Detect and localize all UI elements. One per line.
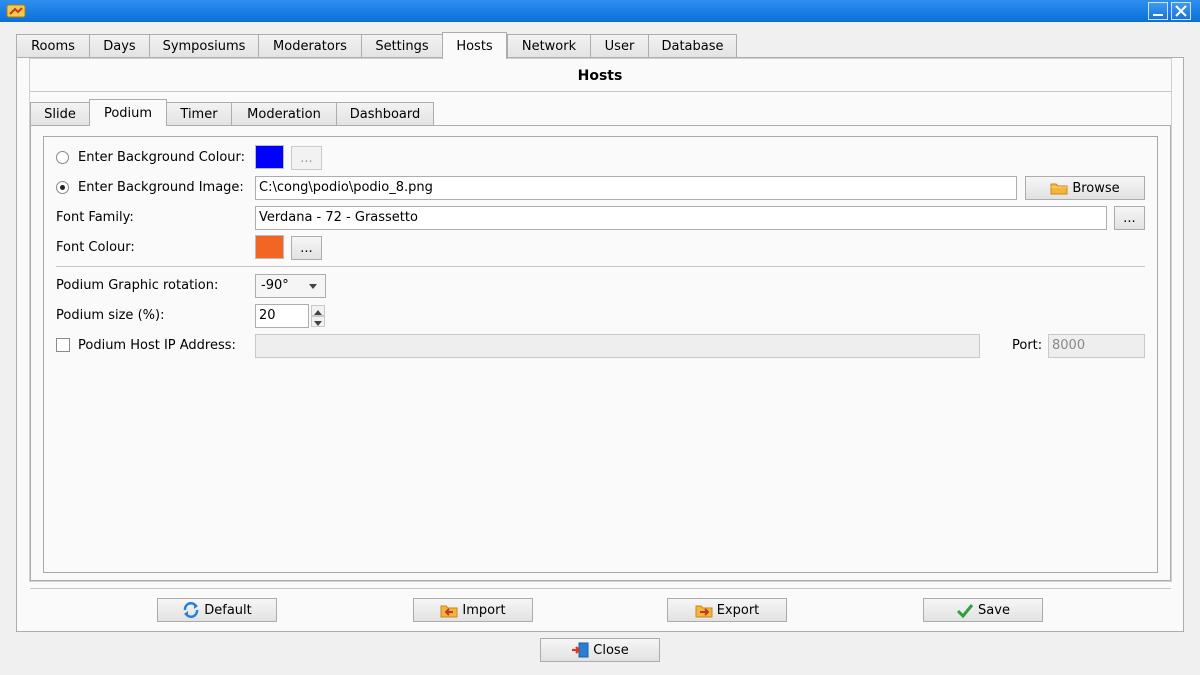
minimize-icon — [1153, 14, 1163, 16]
subtab-dashboard[interactable]: Dashboard — [336, 102, 434, 126]
host-ip-input[interactable] — [255, 334, 980, 358]
tab-hosts[interactable]: Hosts — [442, 32, 507, 59]
exit-door-icon — [572, 642, 589, 658]
save-label: Save — [978, 602, 1010, 618]
tab-database[interactable]: Database — [648, 34, 737, 58]
minimize-button[interactable] — [1148, 2, 1168, 20]
rotation-label: Podium Graphic rotation: — [56, 278, 219, 293]
rotation-select[interactable]: -90° — [255, 274, 326, 298]
close-window-button[interactable] — [1171, 2, 1191, 20]
default-button[interactable]: Default — [157, 598, 277, 622]
bg-image-radio[interactable] — [56, 181, 69, 194]
font-colour-picker-button[interactable]: ... — [291, 236, 322, 260]
port-label: Port: — [1012, 338, 1043, 353]
host-ip-checkbox[interactable] — [56, 338, 70, 352]
default-label: Default — [204, 602, 252, 618]
tab-days[interactable]: Days — [89, 34, 150, 58]
browse-label: Browse — [1072, 180, 1120, 196]
font-family-input[interactable]: Verdana - 72 - Grassetto — [255, 206, 1107, 230]
folder-import-icon — [440, 605, 458, 617]
tab-network[interactable]: Network — [507, 34, 591, 58]
font-family-label: Font Family: — [56, 210, 134, 225]
font-colour-label: Font Colour: — [56, 240, 135, 255]
folder-icon — [1050, 183, 1068, 195]
folder-export-icon — [695, 605, 713, 617]
host-ip-label: Podium Host IP Address: — [78, 338, 236, 353]
font-colour-swatch[interactable] — [255, 235, 284, 259]
subtab-moderation[interactable]: Moderation — [231, 102, 337, 126]
page-title: Hosts — [577, 68, 623, 84]
tab-user[interactable]: User — [590, 34, 649, 58]
port-input[interactable]: 8000 — [1048, 334, 1145, 358]
title-bar — [0, 0, 1200, 22]
app-icon — [6, 4, 26, 18]
checkmark-icon — [956, 603, 974, 618]
bg-colour-swatch[interactable] — [255, 145, 284, 169]
tab-settings[interactable]: Settings — [361, 34, 443, 58]
bg-colour-picker-button[interactable]: ... — [291, 146, 322, 170]
size-increment-button[interactable] — [311, 305, 325, 316]
form-divider — [56, 266, 1145, 267]
font-family-picker-button[interactable]: ... — [1114, 206, 1145, 230]
refresh-icon — [183, 602, 199, 618]
chevron-down-icon — [309, 284, 317, 289]
export-label: Export — [716, 602, 760, 618]
title-divider — [30, 91, 1171, 92]
import-button[interactable]: Import — [413, 598, 533, 622]
bg-image-path-input[interactable]: C:\cong\podio\podio_8.png — [255, 176, 1017, 200]
tab-symposiums[interactable]: Symposiums — [149, 34, 259, 58]
subtab-podium[interactable]: Podium — [89, 99, 167, 126]
rotation-value: -90° — [261, 278, 289, 293]
close-button[interactable]: Close — [540, 638, 660, 662]
browse-button[interactable]: Browse — [1025, 176, 1145, 200]
size-label: Podium size (%): — [56, 308, 165, 323]
size-decrement-button[interactable] — [311, 316, 325, 327]
close-icon — [1175, 5, 1187, 17]
arrow-down-icon — [314, 321, 322, 326]
bg-image-label: Enter Background Image: — [78, 180, 244, 195]
bg-colour-label: Enter Background Colour: — [78, 150, 246, 165]
bg-colour-radio[interactable] — [56, 151, 69, 164]
close-label: Close — [593, 642, 629, 658]
tab-rooms[interactable]: Rooms — [16, 34, 90, 58]
tab-moderators[interactable]: Moderators — [258, 34, 362, 58]
subtab-timer[interactable]: Timer — [166, 102, 232, 126]
save-button[interactable]: Save — [923, 598, 1043, 622]
subtab-slide[interactable]: Slide — [30, 102, 90, 126]
export-button[interactable]: Export — [667, 598, 787, 622]
import-label: Import — [462, 602, 506, 618]
action-divider — [30, 588, 1171, 589]
size-input[interactable]: 20 — [255, 304, 309, 328]
